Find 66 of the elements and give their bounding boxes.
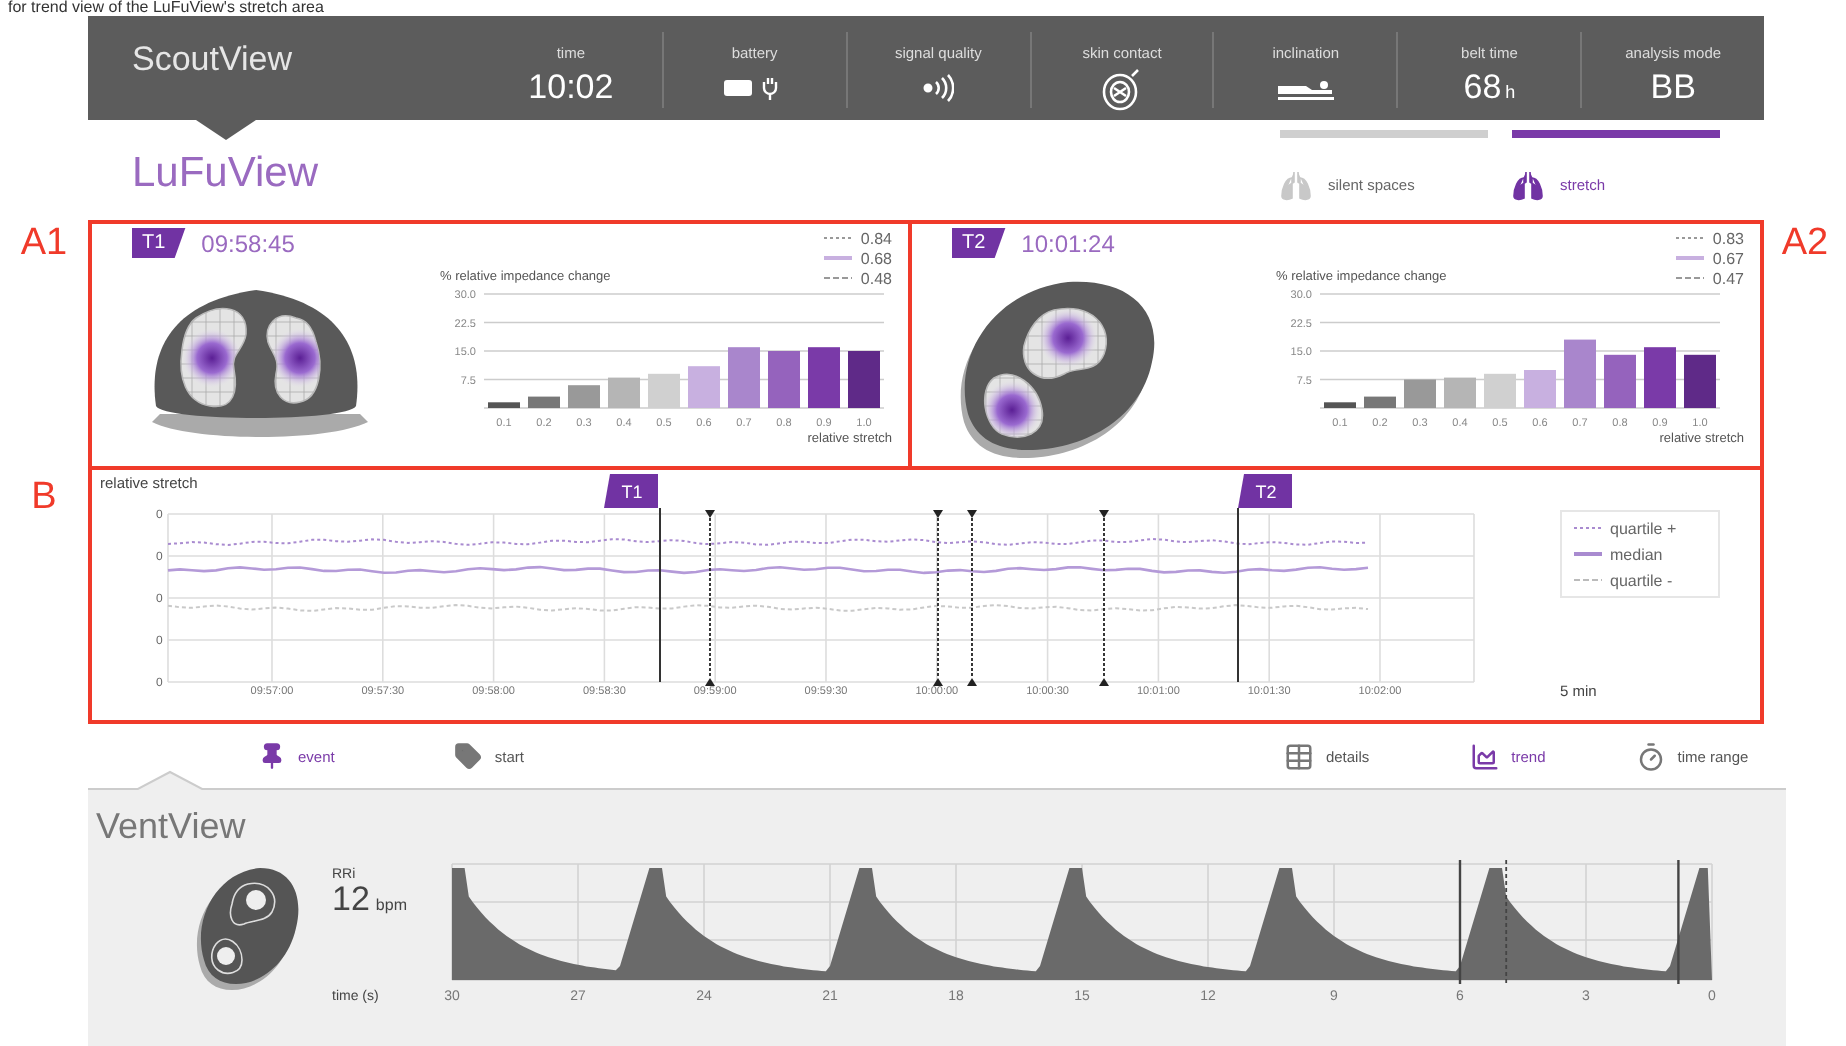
- status-value: 68 h: [1463, 68, 1516, 108]
- legend-label: median: [1610, 545, 1663, 563]
- bar: [1524, 370, 1556, 408]
- bar: [1324, 402, 1356, 408]
- lungs-icon: [1280, 169, 1312, 201]
- sensor-icon: [1100, 68, 1144, 112]
- bar: [728, 347, 760, 408]
- bar: [768, 351, 800, 408]
- legend-value: 0.48: [860, 269, 892, 287]
- timestamp: 09:58:45: [201, 229, 295, 257]
- caption: for trend view of the LuFuView's stretch area: [6, 0, 326, 16]
- legend-label: quartile +: [1610, 519, 1677, 537]
- status-value: BB: [1650, 68, 1696, 108]
- timestamp: 10:01:24: [1021, 229, 1115, 257]
- bar: [688, 366, 720, 408]
- annotation-label: A1: [20, 224, 68, 264]
- legend-line-icon: [1676, 274, 1705, 282]
- annotation-label: B: [31, 478, 57, 518]
- area-chart-icon: [1469, 741, 1500, 771]
- annotation-label: A2: [1781, 224, 1829, 264]
- time-marker-tag: T1: [132, 228, 186, 258]
- time-marker-tag: T2: [952, 228, 1006, 258]
- time-marker-label: T2: [1255, 482, 1277, 502]
- bar: [1364, 396, 1396, 408]
- signal-icon: [922, 72, 955, 104]
- section-title: VentView: [96, 806, 246, 848]
- legend-value: 0.84: [860, 229, 892, 247]
- legend-line-icon: [1574, 524, 1602, 532]
- bar: [1644, 347, 1676, 408]
- header-title: ScoutView: [130, 38, 295, 82]
- lungs-icon: [1512, 169, 1544, 201]
- time-marker-label: T1: [621, 482, 643, 502]
- legend-line-icon: [1574, 576, 1602, 584]
- bar: [568, 385, 600, 408]
- lung-scan-drawing: [192, 864, 304, 992]
- legend-line-icon: [824, 234, 853, 242]
- legend-value: 0.83: [1712, 229, 1744, 247]
- legend-value: 0.47: [1712, 269, 1744, 287]
- status-value: 10:02: [528, 68, 614, 108]
- section-title: LuFuView: [132, 150, 319, 198]
- bar: [1604, 354, 1636, 408]
- bar: [528, 396, 560, 408]
- table-icon: [1283, 741, 1314, 771]
- bed-icon: [1275, 76, 1336, 100]
- legend-line-icon: [1574, 550, 1602, 558]
- tag-icon: [454, 742, 483, 770]
- bar: [848, 351, 880, 408]
- time-marker-tag: [604, 474, 658, 508]
- bar: [1684, 354, 1716, 408]
- legend-value: 0.67: [1712, 249, 1744, 267]
- time-marker-tag: [1238, 474, 1292, 508]
- bar: [1404, 379, 1436, 408]
- legend-line-icon: [824, 254, 853, 262]
- legend-line-icon: [1676, 234, 1705, 242]
- bar: [1444, 377, 1476, 408]
- bar: [608, 377, 640, 408]
- bar: [1564, 339, 1596, 408]
- legend-label: quartile -: [1610, 571, 1673, 589]
- legend-line-icon: [824, 274, 853, 282]
- bar: [488, 402, 520, 408]
- stopwatch-icon: [1635, 741, 1666, 771]
- legend-value: 0.68: [860, 249, 892, 267]
- rate-value: 12 bpm: [332, 882, 409, 922]
- pin-icon: [258, 742, 286, 770]
- legend-line-icon: [1676, 254, 1705, 262]
- bar: [808, 347, 840, 408]
